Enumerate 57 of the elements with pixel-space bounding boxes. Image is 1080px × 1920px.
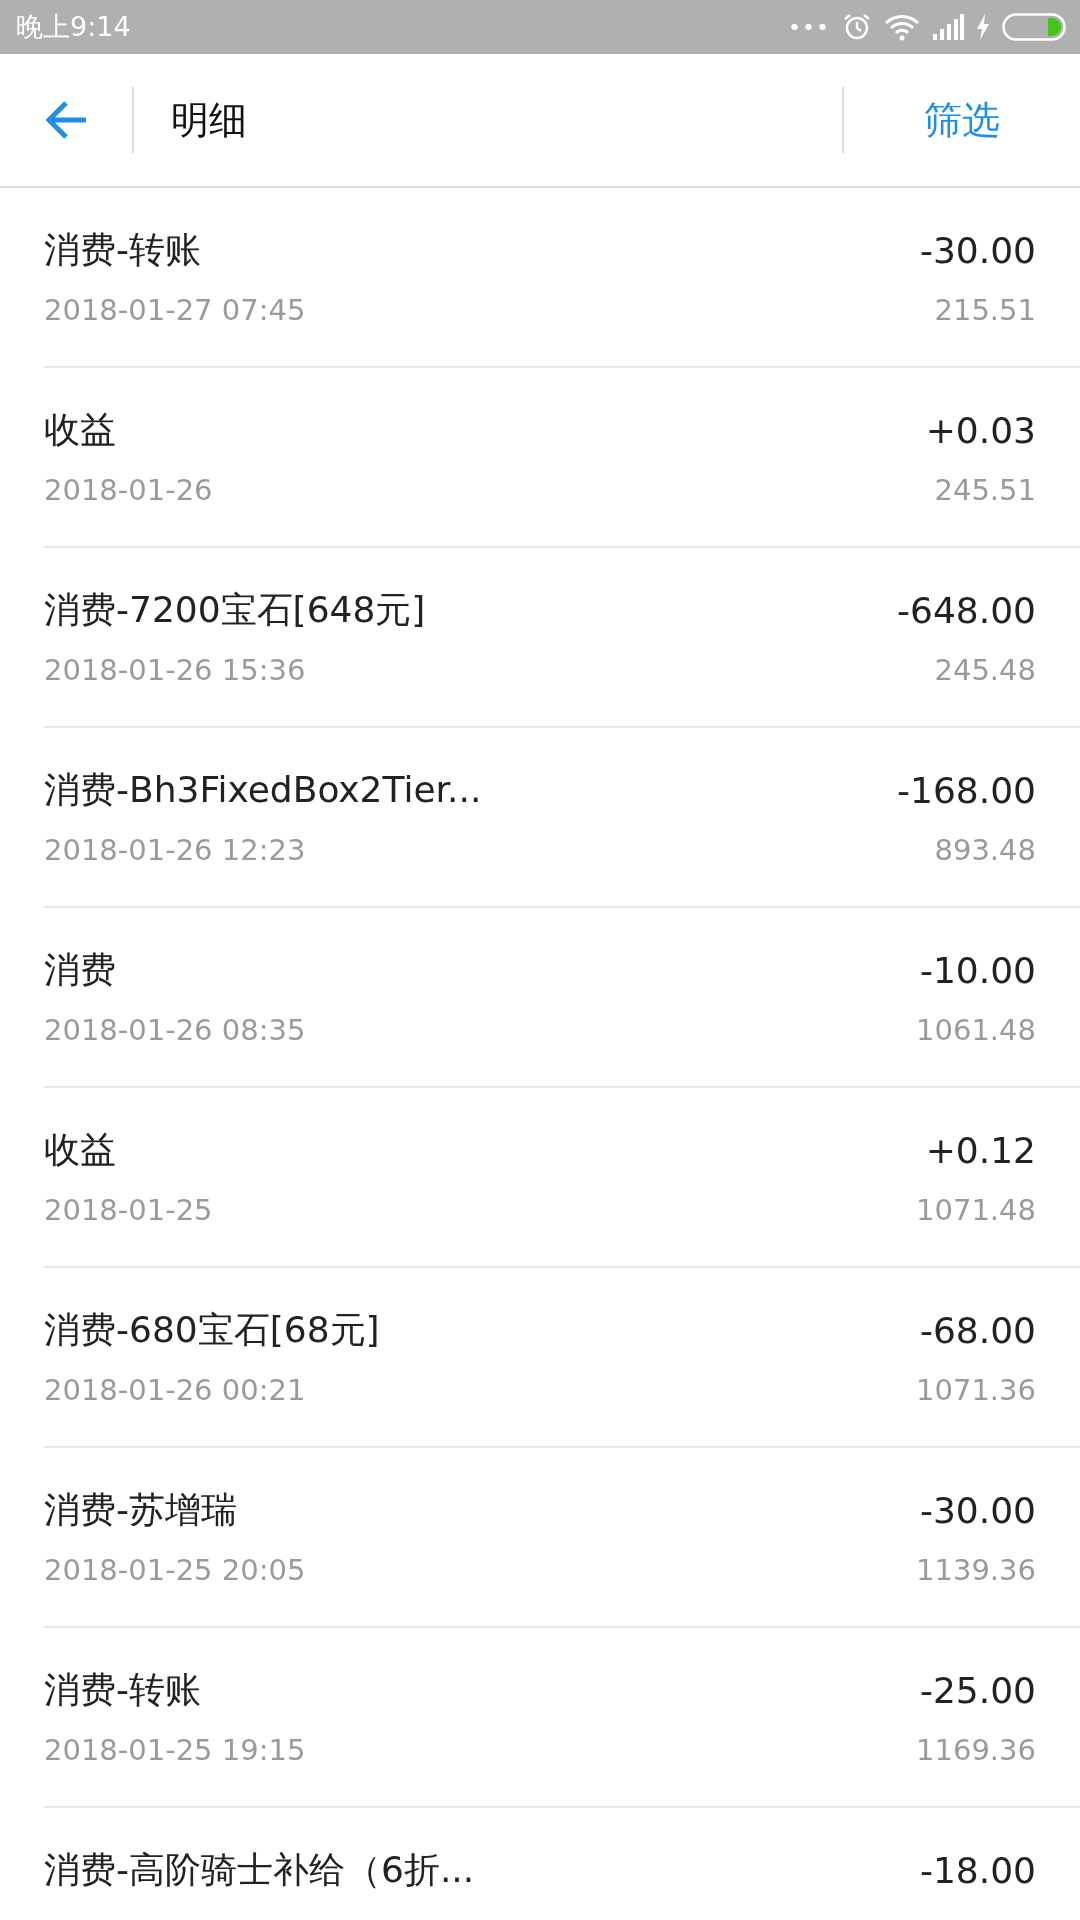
transaction-date: 2018-01-26 08:35 <box>44 1013 306 1047</box>
transaction-amount: +0.12 <box>925 1129 1036 1171</box>
balance-amount: 1169.36 <box>916 1733 1036 1767</box>
transaction-title: 消费-7200宝石[648元] <box>44 587 426 632</box>
transaction-date: 2018-01-25 19:15 <box>44 1733 306 1767</box>
transaction-title: 收益 <box>44 407 116 452</box>
transaction-amount: -168.00 <box>897 769 1036 811</box>
signal-icon <box>932 14 964 40</box>
transaction-title: 消费-苏增瑞 <box>44 1487 237 1532</box>
balance-amount: 245.48 <box>934 653 1036 687</box>
balance-amount: 215.51 <box>934 293 1036 327</box>
transaction-amount: -30.00 <box>919 1489 1036 1531</box>
transaction-date: 2018-01-27 07:45 <box>44 293 306 327</box>
transaction-date: 2018-01-26 00:21 <box>44 1373 306 1407</box>
transaction-row[interactable]: 消费-苏增瑞 -30.00 2018-01-25 20:05 1139.36 <box>44 1448 1080 1628</box>
transaction-row[interactable]: 消费-转账 -30.00 2018-01-27 07:45 215.51 <box>44 188 1080 368</box>
transaction-title: 消费-Bh3FixedBox2Tier... <box>44 767 482 812</box>
transaction-date: 2018-01-25 <box>44 1193 213 1227</box>
transaction-amount: -30.00 <box>919 229 1036 271</box>
balance-amount: 1071.48 <box>916 1193 1036 1227</box>
transaction-title: 消费-高阶骑士补给（6折... <box>44 1847 475 1892</box>
transaction-date: 2018-01-26 15:36 <box>44 653 306 687</box>
transaction-row[interactable]: 消费-7200宝石[648元] -648.00 2018-01-26 15:36 245.48 <box>44 548 1080 728</box>
more-indicator: ••• <box>788 14 830 40</box>
balance-amount: 1139.36 <box>916 1553 1036 1587</box>
wifi-icon <box>884 13 920 41</box>
transaction-row[interactable]: 收益 +0.03 2018-01-26 245.51 <box>44 368 1080 548</box>
transaction-amount: -68.00 <box>919 1309 1036 1351</box>
transaction-row[interactable]: 消费-680宝石[68元] -68.00 2018-01-26 00:21 1071.36 <box>44 1268 1080 1448</box>
transaction-title: 收益 <box>44 1127 116 1172</box>
transaction-date: 2018-01-26 <box>44 473 213 507</box>
balance-amount: 1071.36 <box>916 1373 1036 1407</box>
transaction-title: 消费 <box>44 947 116 992</box>
transaction-amount: -25.00 <box>919 1669 1036 1711</box>
page-title: 明细 <box>171 96 248 144</box>
transaction-title: 消费-转账 <box>44 1667 201 1712</box>
status-time: 晚上9:14 <box>16 10 131 44</box>
transaction-row[interactable]: 消费-高阶骑士补给（6折... -18.00 <box>44 1808 1080 1920</box>
transaction-date: 2018-01-26 12:23 <box>44 833 306 867</box>
transaction-row[interactable]: 消费-转账 -25.00 2018-01-25 19:15 1169.36 <box>44 1628 1080 1808</box>
balance-amount: 245.51 <box>934 473 1036 507</box>
transaction-amount: -18.00 <box>919 1849 1036 1891</box>
transaction-title: 消费-680宝石[68元] <box>44 1307 380 1352</box>
transaction-amount: -648.00 <box>897 589 1036 631</box>
balance-amount: 893.48 <box>934 833 1036 867</box>
transaction-row[interactable]: 消费 -10.00 2018-01-26 08:35 1061.48 <box>44 908 1080 1088</box>
transaction-amount: -10.00 <box>919 949 1036 991</box>
transaction-date: 2018-01-25 20:05 <box>44 1553 306 1587</box>
transaction-title: 消费-转账 <box>44 227 201 272</box>
transaction-amount: +0.03 <box>925 409 1036 451</box>
back-arrow-icon <box>44 100 88 140</box>
alarm-clock-icon <box>842 12 872 42</box>
transaction-row[interactable]: 消费-Bh3FixedBox2Tier... -168.00 2018-01-26 12:23 893.48 <box>44 728 1080 908</box>
balance-amount: 1061.48 <box>916 1013 1036 1047</box>
transaction-row[interactable]: 收益 +0.12 2018-01-25 1071.48 <box>44 1088 1080 1268</box>
battery-icon <box>1002 13 1066 41</box>
charging-icon <box>976 14 990 40</box>
